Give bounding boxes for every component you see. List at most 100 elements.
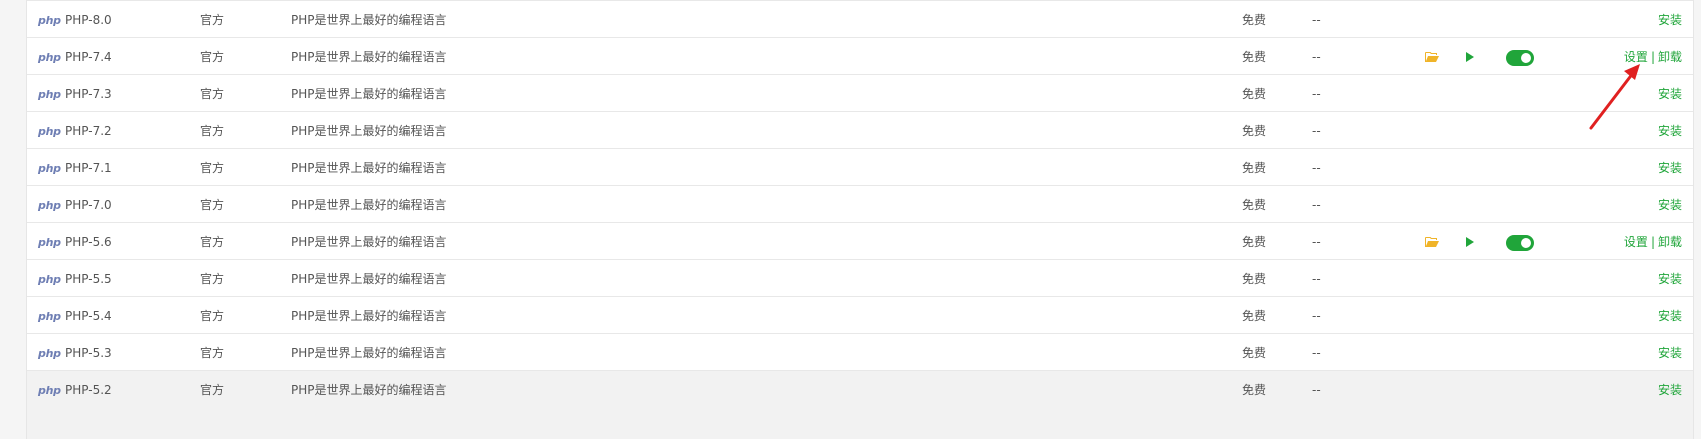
install-link[interactable]: 安装 (1658, 161, 1682, 175)
php-logo-icon: php (38, 162, 61, 175)
software-type: 官方 (200, 50, 225, 64)
php-logo-icon: php (38, 199, 61, 212)
php-logo-icon: php (38, 310, 61, 323)
uninstall-link[interactable]: 卸载 (1658, 50, 1682, 64)
folder-open-icon[interactable] (1425, 236, 1439, 250)
row-operations: 设置 | 卸载 (1624, 38, 1682, 77)
row-operations: 安装 (1658, 371, 1682, 410)
software-name: PHP-7.0 (65, 198, 112, 212)
row-operations: 安装 (1658, 186, 1682, 225)
software-price: 免费 (1242, 13, 1267, 27)
php-logo-icon: php (38, 347, 61, 360)
software-name: PHP-5.2 (65, 383, 112, 397)
row-operations: 安装 (1658, 297, 1682, 336)
software-expire: -- (1312, 124, 1321, 138)
row-operations: 安装 (1658, 112, 1682, 151)
table-row: php PHP-5.6 官方 PHP是世界上最好的编程语言 免费 -- 设置 | 卸… (27, 222, 1693, 262)
software-description: PHP是世界上最好的编程语言 (291, 161, 447, 175)
php-logo-icon: php (38, 384, 61, 397)
software-price: 免费 (1242, 235, 1267, 249)
row-operations: 设置 | 卸载 (1624, 223, 1682, 262)
software-price: 免费 (1242, 272, 1267, 286)
install-link[interactable]: 安装 (1658, 309, 1682, 323)
folder-open-icon[interactable] (1425, 51, 1439, 65)
software-type: 官方 (200, 309, 225, 323)
software-description: PHP是世界上最好的编程语言 (291, 383, 447, 397)
software-name: PHP-5.6 (65, 235, 112, 249)
software-list-panel: php PHP-8.0 官方 PHP是世界上最好的编程语言 免费 -- 安装 p… (26, 0, 1694, 439)
display-toggle[interactable] (1506, 235, 1534, 251)
software-price: 免费 (1242, 309, 1267, 323)
row-operations: 安装 (1658, 75, 1682, 114)
display-toggle[interactable] (1506, 50, 1534, 66)
table-row: php PHP-5.4 官方 PHP是世界上最好的编程语言 免费 -- 安装 (27, 296, 1693, 336)
software-price: 免费 (1242, 198, 1267, 212)
software-price: 免费 (1242, 161, 1267, 175)
table-row: php PHP-7.0 官方 PHP是世界上最好的编程语言 免费 -- 安装 (27, 185, 1693, 225)
software-expire: -- (1312, 235, 1321, 249)
software-description: PHP是世界上最好的编程语言 (291, 272, 447, 286)
php-logo-icon: php (38, 125, 61, 138)
software-name: PHP-8.0 (65, 13, 112, 27)
operation-separator: | (1650, 50, 1655, 64)
software-name: PHP-7.1 (65, 161, 112, 175)
software-price: 免费 (1242, 50, 1267, 64)
table-row: php PHP-5.3 官方 PHP是世界上最好的编程语言 免费 -- 安装 (27, 333, 1693, 373)
software-description: PHP是世界上最好的编程语言 (291, 13, 447, 27)
row-operations: 安装 (1658, 334, 1682, 373)
software-expire: -- (1312, 87, 1321, 101)
table-row: php PHP-8.0 官方 PHP是世界上最好的编程语言 免费 -- 安装 (27, 0, 1693, 40)
install-link[interactable]: 安装 (1658, 383, 1682, 397)
table-row: php PHP-7.2 官方 PHP是世界上最好的编程语言 免费 -- 安装 (27, 111, 1693, 151)
software-description: PHP是世界上最好的编程语言 (291, 198, 447, 212)
software-expire: -- (1312, 309, 1321, 323)
install-link[interactable]: 安装 (1658, 346, 1682, 360)
software-name: PHP-5.4 (65, 309, 112, 323)
table-row: php PHP-5.2 官方 PHP是世界上最好的编程语言 免费 -- 安装 (27, 370, 1693, 439)
software-type: 官方 (200, 346, 225, 360)
settings-link[interactable]: 设置 (1624, 50, 1648, 64)
software-price: 免费 (1242, 87, 1267, 101)
software-price: 免费 (1242, 346, 1267, 360)
software-expire: -- (1312, 50, 1321, 64)
uninstall-link[interactable]: 卸载 (1658, 235, 1682, 249)
software-type: 官方 (200, 13, 225, 27)
play-icon[interactable] (1465, 51, 1475, 65)
install-link[interactable]: 安装 (1658, 198, 1682, 212)
table-row: php PHP-5.5 官方 PHP是世界上最好的编程语言 免费 -- 安装 (27, 259, 1693, 299)
php-logo-icon: php (38, 14, 61, 27)
play-icon[interactable] (1465, 236, 1475, 250)
toggle-on-icon[interactable] (1506, 235, 1534, 251)
settings-link[interactable]: 设置 (1624, 235, 1648, 249)
software-name: PHP-5.5 (65, 272, 112, 286)
php-logo-icon: php (38, 51, 61, 64)
table-row: php PHP-7.3 官方 PHP是世界上最好的编程语言 免费 -- 安装 (27, 74, 1693, 114)
software-description: PHP是世界上最好的编程语言 (291, 124, 447, 138)
software-description: PHP是世界上最好的编程语言 (291, 87, 447, 101)
install-link[interactable]: 安装 (1658, 272, 1682, 286)
install-link[interactable]: 安装 (1658, 87, 1682, 101)
install-link[interactable]: 安装 (1658, 13, 1682, 27)
software-expire: -- (1312, 383, 1321, 397)
software-name: PHP-7.3 (65, 87, 112, 101)
table-row: php PHP-7.4 官方 PHP是世界上最好的编程语言 免费 -- 设置 | 卸… (27, 37, 1693, 77)
install-link[interactable]: 安装 (1658, 124, 1682, 138)
software-type: 官方 (200, 272, 225, 286)
software-type: 官方 (200, 124, 225, 138)
software-description: PHP是世界上最好的编程语言 (291, 50, 447, 64)
software-expire: -- (1312, 198, 1321, 212)
software-name: PHP-5.3 (65, 346, 112, 360)
software-name: PHP-7.2 (65, 124, 112, 138)
table-row: php PHP-7.1 官方 PHP是世界上最好的编程语言 免费 -- 安装 (27, 148, 1693, 188)
row-operations: 安装 (1658, 260, 1682, 299)
software-description: PHP是世界上最好的编程语言 (291, 346, 447, 360)
php-logo-icon: php (38, 273, 61, 286)
row-operations: 安装 (1658, 1, 1682, 40)
operation-separator: | (1650, 235, 1655, 249)
toggle-on-icon[interactable] (1506, 50, 1534, 66)
software-name: PHP-7.4 (65, 50, 112, 64)
software-expire: -- (1312, 161, 1321, 175)
software-price: 免费 (1242, 124, 1267, 138)
software-description: PHP是世界上最好的编程语言 (291, 235, 447, 249)
php-logo-icon: php (38, 88, 61, 101)
